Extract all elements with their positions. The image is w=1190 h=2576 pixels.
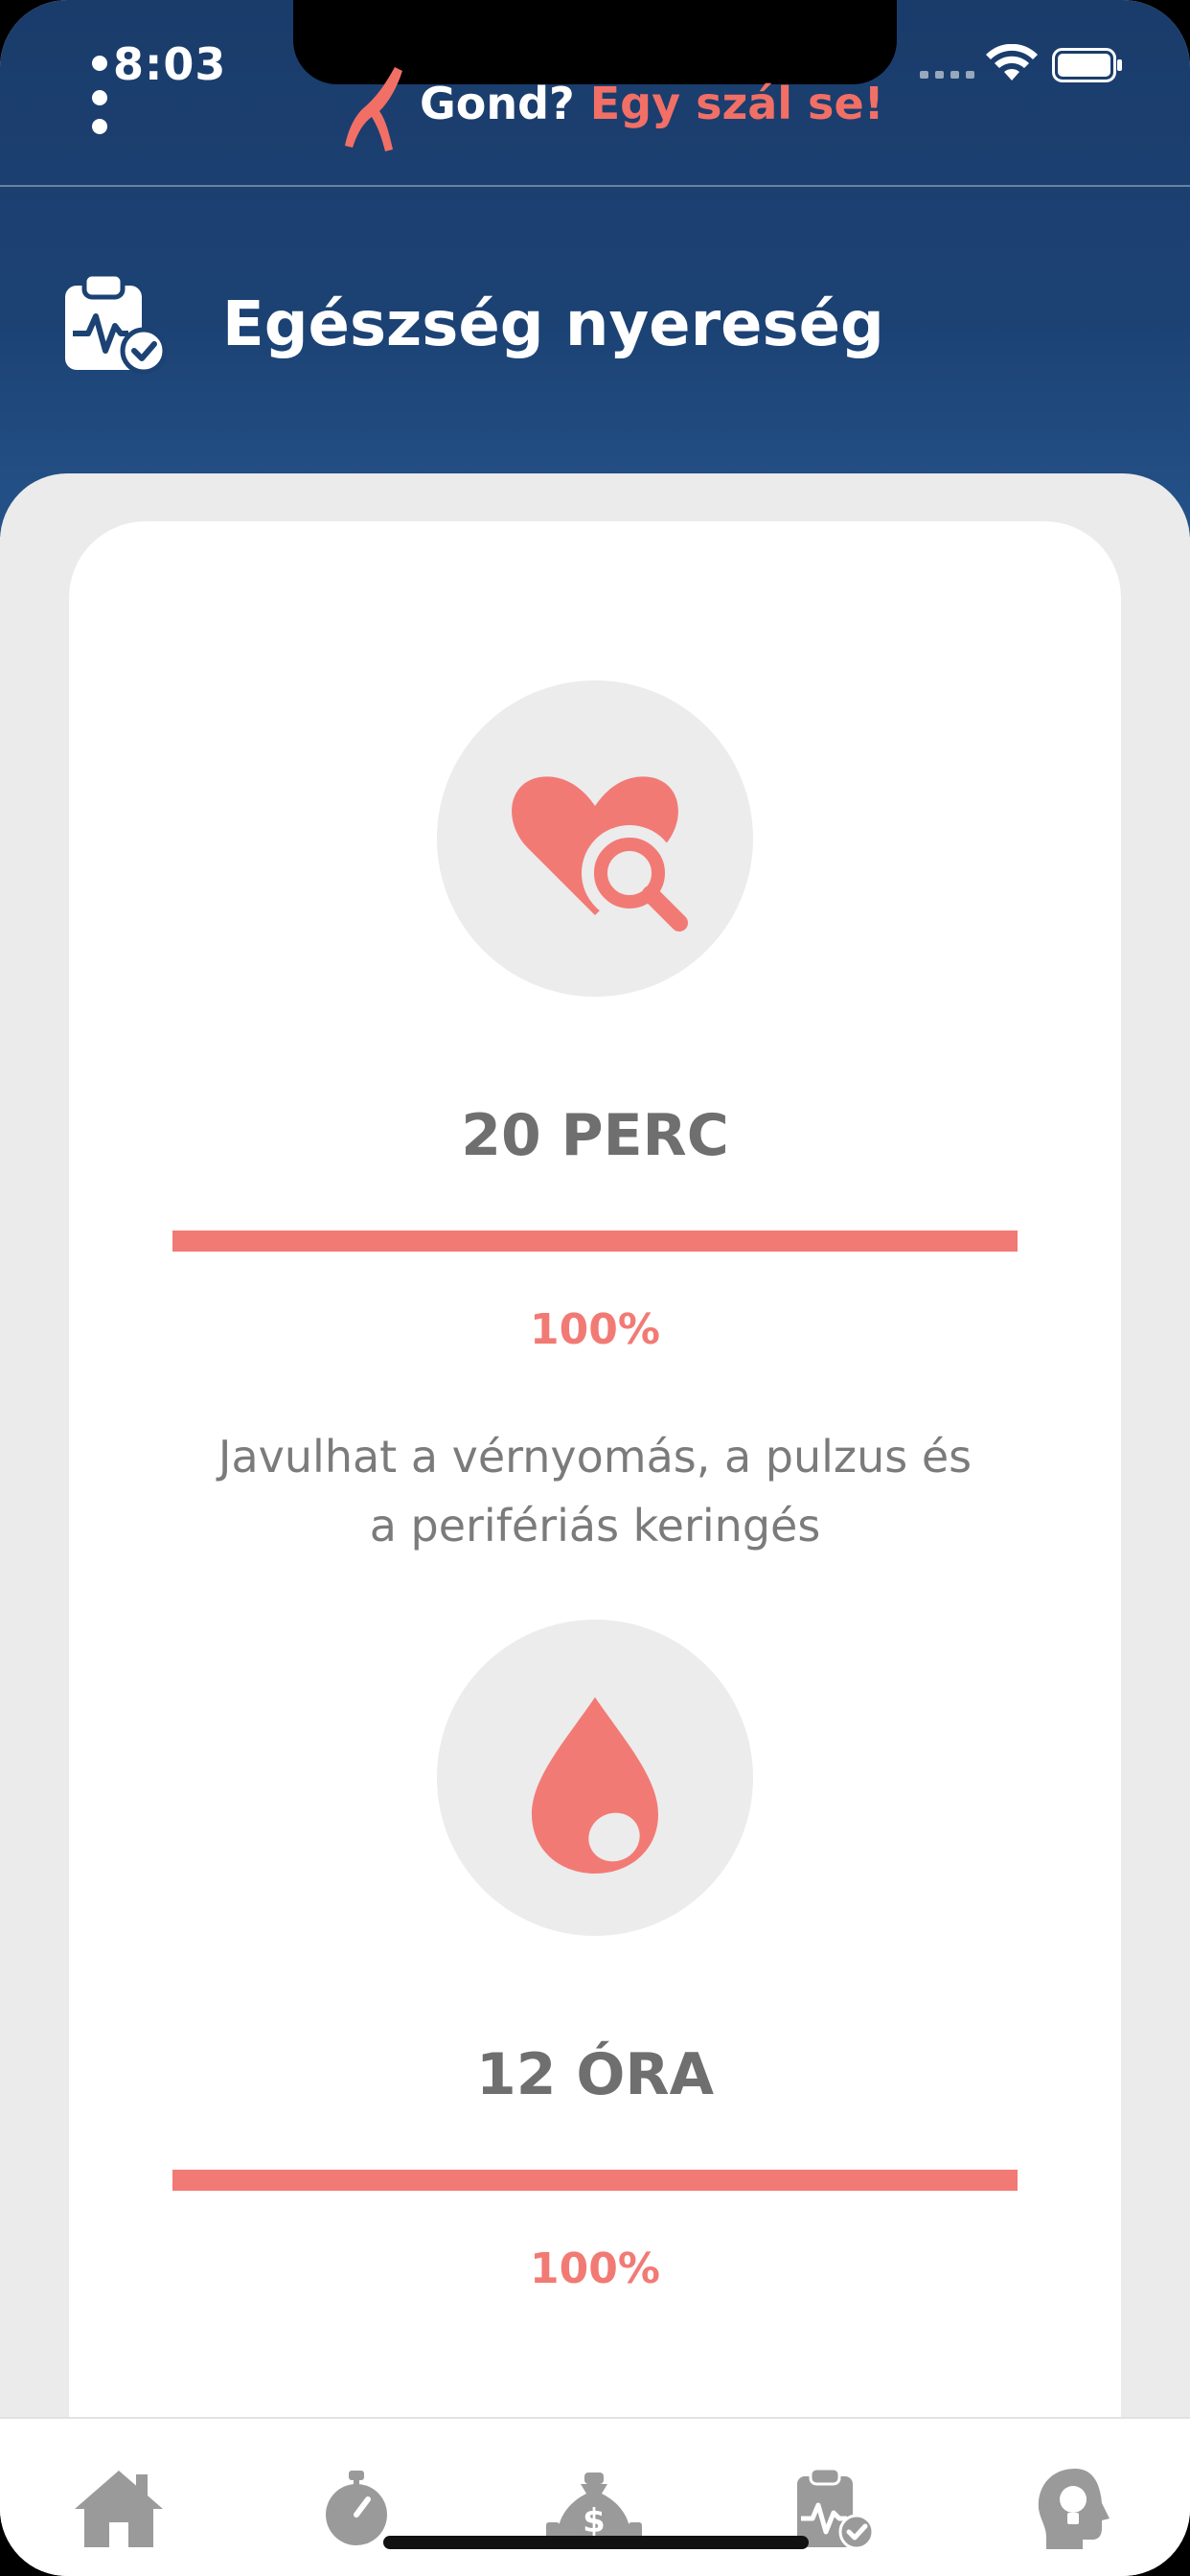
lightbulb-head-icon [1038,2469,1110,2549]
benefit-time: 12 ÓRA [475,2041,715,2108]
benefit-time: 20 PERC [461,1102,729,1169]
blood-drop-icon [532,1697,658,1874]
benefit-item: 20 PERC 100% Javulhat a vérnyomás, a pul… [69,521,1121,1576]
benefit-percent: 100% [530,1305,660,1354]
benefit-icon-circle [437,1620,753,1936]
benefit-percent: 100% [530,2244,660,2293]
page-title: Egészség nyereség [222,289,884,360]
section-header: Egészség nyereség [0,268,1190,383]
header-divider [0,185,1190,187]
tab-bar: $ [0,2417,1190,2576]
battery-icon [1052,48,1122,82]
tab-home[interactable] [71,2465,167,2551]
home-indicator [383,2536,809,2549]
benefits-card[interactable]: 20 PERC 100% Javulhat a vérnyomás, a pul… [69,521,1121,2576]
health-clipboard-check-icon [65,271,167,375]
benefit-progress-bar [172,1230,1018,1252]
benefit-description: Javulhat a vérnyomás, a pulzus és a peri… [217,1431,973,1552]
benefit-progress-bar [172,2170,1018,2191]
progress-fill [172,1230,1018,1252]
tab-tips[interactable] [1025,2465,1121,2551]
svg-text:$: $ [583,2502,606,2541]
cellular-signal-icon [920,71,974,79]
app-screen: 8:03 Gond? Egy szál se! Egészség nyeresé… [0,0,1190,2576]
menu-dots-icon[interactable] [92,56,111,142]
wifi-icon [986,44,1038,80]
benefit-icon-circle [437,680,753,997]
logo-mark-icon [345,67,402,151]
home-icon [75,2471,163,2547]
progress-fill [172,2170,1018,2191]
brand-tagline: Egy szál se! [589,78,884,129]
brand-question: Gond? [420,78,575,129]
app-logo: Gond? Egy szál se! [335,59,884,155]
status-time: 8:03 [113,38,227,90]
header: 8:03 Gond? Egy szál se! Egészség nyeresé… [0,0,1190,537]
heart-search-icon [512,776,688,932]
